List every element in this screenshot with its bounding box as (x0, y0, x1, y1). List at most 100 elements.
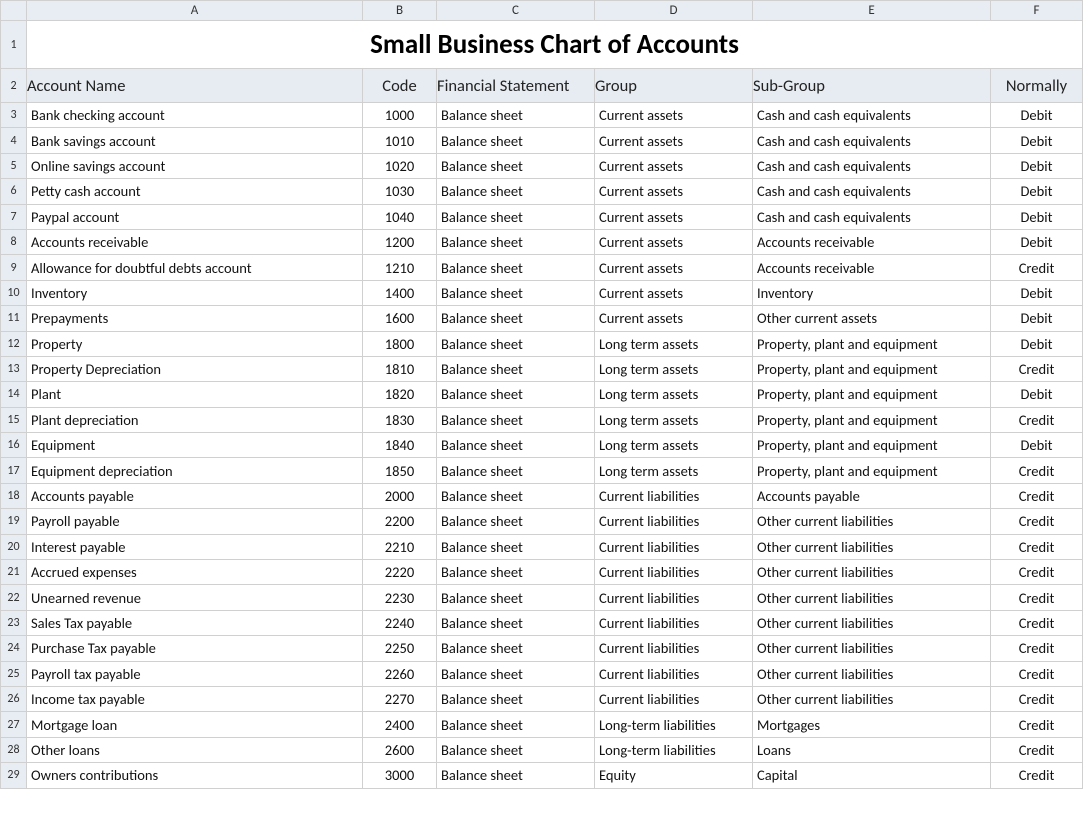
hdr-financial-statement[interactable]: Financial Statement (437, 69, 595, 103)
cell-sub-group[interactable]: Inventory (753, 280, 991, 305)
cell-sub-group[interactable]: Accounts payable (753, 483, 991, 508)
cell-financial-statement[interactable]: Balance sheet (437, 610, 595, 635)
row-header-25[interactable]: 25 (1, 661, 27, 686)
cell-account-name[interactable]: Petty cash account (27, 179, 363, 204)
col-header-E[interactable]: E (753, 1, 991, 21)
cell-code[interactable]: 2220 (363, 560, 437, 585)
cell-financial-statement[interactable]: Balance sheet (437, 255, 595, 280)
cell-normally[interactable]: Credit (991, 610, 1083, 635)
cell-sub-group[interactable]: Property, plant and equipment (753, 458, 991, 483)
cell-sub-group[interactable]: Other current assets (753, 306, 991, 331)
row-header-2[interactable]: 2 (1, 69, 27, 103)
cell-sub-group[interactable]: Mortgages (753, 712, 991, 737)
cell-group[interactable]: Long term assets (595, 458, 753, 483)
row-header-12[interactable]: 12 (1, 331, 27, 356)
cell-normally[interactable]: Credit (991, 407, 1083, 432)
cell-financial-statement[interactable]: Balance sheet (437, 229, 595, 254)
cell-normally[interactable]: Debit (991, 229, 1083, 254)
row-header-10[interactable]: 10 (1, 280, 27, 305)
cell-account-name[interactable]: Property Depreciation (27, 356, 363, 381)
cell-group[interactable]: Current assets (595, 179, 753, 204)
cell-group[interactable]: Current liabilities (595, 661, 753, 686)
cell-account-name[interactable]: Inventory (27, 280, 363, 305)
cell-code[interactable]: 1400 (363, 280, 437, 305)
cell-financial-statement[interactable]: Balance sheet (437, 356, 595, 381)
cell-sub-group[interactable]: Other current liabilities (753, 686, 991, 711)
cell-account-name[interactable]: Sales Tax payable (27, 610, 363, 635)
cell-sub-group[interactable]: Property, plant and equipment (753, 331, 991, 356)
row-header-27[interactable]: 27 (1, 712, 27, 737)
cell-financial-statement[interactable]: Balance sheet (437, 636, 595, 661)
cell-account-name[interactable]: Payroll tax payable (27, 661, 363, 686)
row-header-3[interactable]: 3 (1, 103, 27, 128)
cell-sub-group[interactable]: Other current liabilities (753, 534, 991, 559)
cell-sub-group[interactable]: Other current liabilities (753, 585, 991, 610)
cell-normally[interactable]: Debit (991, 204, 1083, 229)
cell-code[interactable]: 3000 (363, 763, 437, 788)
col-header-C[interactable]: C (437, 1, 595, 21)
cell-financial-statement[interactable]: Balance sheet (437, 407, 595, 432)
cell-group[interactable]: Current liabilities (595, 560, 753, 585)
cell-code[interactable]: 2000 (363, 483, 437, 508)
cell-financial-statement[interactable]: Balance sheet (437, 128, 595, 153)
cell-code[interactable]: 1020 (363, 153, 437, 178)
cell-financial-statement[interactable]: Balance sheet (437, 306, 595, 331)
row-header-19[interactable]: 19 (1, 509, 27, 534)
cell-code[interactable]: 1000 (363, 103, 437, 128)
cell-code[interactable]: 1840 (363, 433, 437, 458)
cell-normally[interactable]: Debit (991, 280, 1083, 305)
cell-account-name[interactable]: Purchase Tax payable (27, 636, 363, 661)
cell-account-name[interactable]: Unearned revenue (27, 585, 363, 610)
cell-account-name[interactable]: Plant depreciation (27, 407, 363, 432)
row-header-5[interactable]: 5 (1, 153, 27, 178)
cell-normally[interactable]: Debit (991, 179, 1083, 204)
row-header-22[interactable]: 22 (1, 585, 27, 610)
cell-sub-group[interactable]: Other current liabilities (753, 661, 991, 686)
cell-group[interactable]: Current liabilities (595, 509, 753, 534)
cell-account-name[interactable]: Prepayments (27, 306, 363, 331)
cell-normally[interactable]: Debit (991, 382, 1083, 407)
cell-code[interactable]: 1210 (363, 255, 437, 280)
cell-code[interactable]: 1830 (363, 407, 437, 432)
cell-normally[interactable]: Credit (991, 356, 1083, 381)
cell-group[interactable]: Long term assets (595, 356, 753, 381)
col-header-F[interactable]: F (991, 1, 1083, 21)
cell-account-name[interactable]: Bank checking account (27, 103, 363, 128)
cell-account-name[interactable]: Accrued expenses (27, 560, 363, 585)
cell-financial-statement[interactable]: Balance sheet (437, 534, 595, 559)
cell-account-name[interactable]: Plant (27, 382, 363, 407)
cell-group[interactable]: Current liabilities (595, 610, 753, 635)
cell-normally[interactable]: Credit (991, 255, 1083, 280)
cell-financial-statement[interactable]: Balance sheet (437, 382, 595, 407)
cell-sub-group[interactable]: Cash and cash equivalents (753, 103, 991, 128)
cell-code[interactable]: 2230 (363, 585, 437, 610)
cell-sub-group[interactable]: Other current liabilities (753, 610, 991, 635)
cell-code[interactable]: 2210 (363, 534, 437, 559)
cell-normally[interactable]: Debit (991, 103, 1083, 128)
cell-sub-group[interactable]: Other current liabilities (753, 560, 991, 585)
cell-account-name[interactable]: Paypal account (27, 204, 363, 229)
cell-account-name[interactable]: Property (27, 331, 363, 356)
row-header-9[interactable]: 9 (1, 255, 27, 280)
row-header-17[interactable]: 17 (1, 458, 27, 483)
spreadsheet-grid[interactable]: A B C D E F 1 Small Business Chart of Ac… (0, 0, 1083, 789)
cell-group[interactable]: Long term assets (595, 407, 753, 432)
cell-group[interactable]: Current liabilities (595, 585, 753, 610)
cell-group[interactable]: Long term assets (595, 433, 753, 458)
cell-sub-group[interactable]: Other current liabilities (753, 509, 991, 534)
cell-group[interactable]: Long-term liabilities (595, 712, 753, 737)
cell-group[interactable]: Current liabilities (595, 686, 753, 711)
cell-group[interactable]: Long-term liabilities (595, 737, 753, 762)
row-header-28[interactable]: 28 (1, 737, 27, 762)
cell-code[interactable]: 2260 (363, 661, 437, 686)
cell-sub-group[interactable]: Property, plant and equipment (753, 356, 991, 381)
row-header-26[interactable]: 26 (1, 686, 27, 711)
cell-code[interactable]: 1810 (363, 356, 437, 381)
cell-account-name[interactable]: Accounts payable (27, 483, 363, 508)
cell-sub-group[interactable]: Other current liabilities (753, 636, 991, 661)
cell-financial-statement[interactable]: Balance sheet (437, 153, 595, 178)
cell-account-name[interactable]: Interest payable (27, 534, 363, 559)
cell-sub-group[interactable]: Property, plant and equipment (753, 382, 991, 407)
cell-sub-group[interactable]: Property, plant and equipment (753, 433, 991, 458)
sheet-title[interactable]: Small Business Chart of Accounts (27, 21, 1083, 69)
